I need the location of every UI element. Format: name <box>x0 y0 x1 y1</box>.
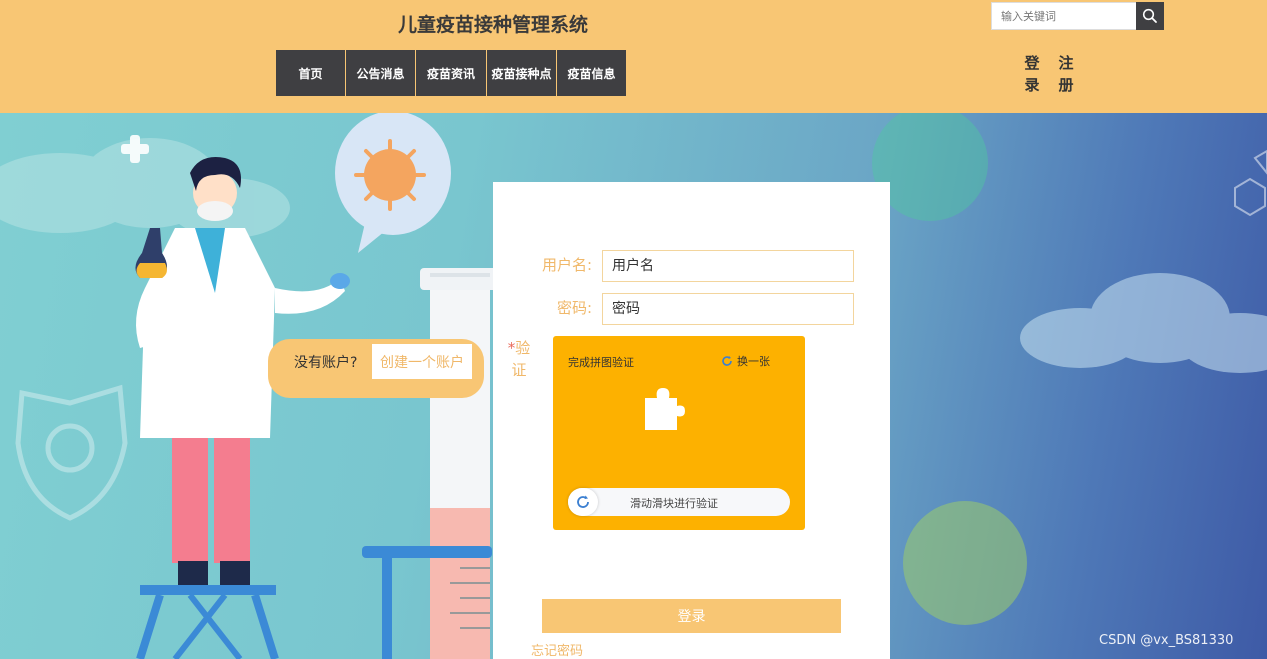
create-account-link[interactable]: 创建一个账户 <box>372 344 472 379</box>
forgot-password-link[interactable]: 忘记密码 <box>531 640 583 659</box>
cloud-right <box>1020 273 1267 373</box>
username-label: 用户名: <box>541 256 592 274</box>
shield-icon <box>15 384 128 521</box>
nav-announcements[interactable]: 公告消息 <box>346 50 415 96</box>
login-button[interactable]: 登录 <box>542 599 841 633</box>
captcha-refresh-label: 换一张 <box>737 355 770 368</box>
slider-track: 滑动滑块进行验证 <box>568 488 790 516</box>
username-field[interactable] <box>602 250 854 282</box>
nav-vaccine-news[interactable]: 疫苗资讯 <box>416 50 486 96</box>
search-button[interactable] <box>1136 2 1164 30</box>
speech-bubble-virus-icon <box>335 113 451 253</box>
nav-vaccine-info[interactable]: 疫苗信息 <box>557 50 626 96</box>
hexagon-icon <box>1234 149 1267 217</box>
doctor-illustration <box>135 157 350 659</box>
no-account-text: 没有账户? <box>294 355 358 371</box>
search-box <box>991 2 1164 30</box>
site-title: 儿童疫苗接种管理系统 <box>398 14 589 36</box>
slider-hint: 滑动滑块进行验证 <box>630 497 718 510</box>
virus-icon <box>903 501 1027 625</box>
slider-handle[interactable] <box>568 488 598 516</box>
syringe-illustration <box>362 268 500 659</box>
refresh-icon <box>577 495 589 508</box>
register-link[interactable]: 注册 <box>1057 52 1075 96</box>
captcha-refresh-button[interactable]: 换一张 <box>721 353 770 369</box>
password-field[interactable] <box>602 293 854 325</box>
login-link[interactable]: 登录 <box>1023 52 1041 96</box>
nav-vaccination-sites[interactable]: 疫苗接种点 <box>487 50 556 96</box>
watermark: CSDN @vx_BS81330 <box>1099 633 1234 648</box>
puzzle-piece-icon <box>645 388 685 430</box>
refresh-icon <box>722 356 732 366</box>
header: 儿童疫苗接种管理系统 首页 公告消息 疫苗资讯 疫苗接种点 疫苗信息 登录 注册 <box>0 0 1267 113</box>
captcha-title: 完成拼图验证 <box>568 356 634 369</box>
captcha-label: *验证 <box>504 337 534 381</box>
nav-home[interactable]: 首页 <box>276 50 345 96</box>
main-nav: 首页 公告消息 疫苗资讯 疫苗接种点 疫苗信息 <box>276 50 627 96</box>
captcha-label-text: 验证 <box>511 339 531 379</box>
search-input[interactable] <box>991 2 1136 30</box>
search-icon <box>1142 8 1157 23</box>
password-label: 密码: <box>556 299 592 317</box>
puzzle-captcha: 完成拼图验证 换一张 滑动滑块进行验证 <box>553 336 805 530</box>
